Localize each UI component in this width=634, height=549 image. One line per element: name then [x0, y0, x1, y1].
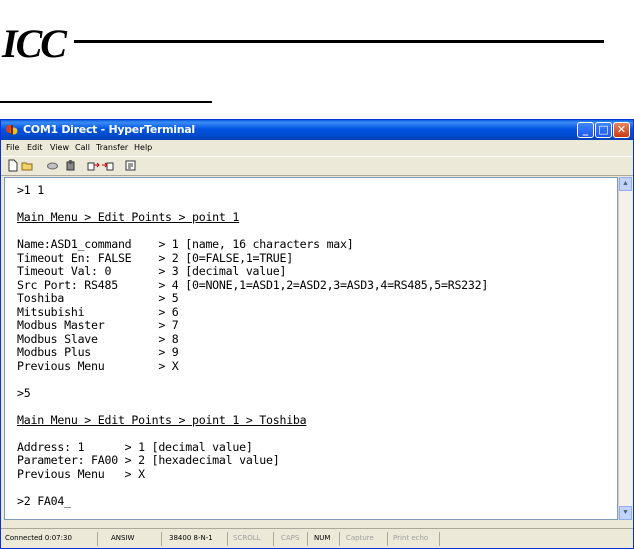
terminal-line: Mitsubishi > 6: [17, 304, 179, 319]
new-icon[interactable]: [6, 159, 19, 172]
status-separator: [439, 532, 440, 546]
terminal-line: Previous Menu > X: [17, 466, 145, 481]
status-separator: [307, 532, 308, 546]
terminal-line: Previous Menu > X: [17, 358, 179, 373]
status-separator: [273, 532, 274, 546]
properties-icon[interactable]: [124, 159, 137, 172]
terminal-line: Modbus Master > 7: [17, 318, 179, 332]
disconnect-icon[interactable]: [46, 159, 59, 172]
terminal-line: Modbus Slave > 8: [17, 331, 179, 346]
terminal-line: Modbus Plus > 9: [17, 345, 179, 359]
status-num: NUM: [314, 534, 331, 542]
section-rule: [0, 101, 212, 103]
status-separator: [339, 532, 340, 546]
status-separator: [387, 532, 388, 546]
status-settings: 38400 8-N-1: [169, 534, 213, 542]
maximize-button[interactable]: □: [595, 122, 612, 138]
status-capture: Capture: [346, 534, 374, 542]
terminal-line: >1 1: [17, 183, 44, 197]
menu-bar: File Edit View Call Transfer Help: [1, 140, 633, 156]
status-bar: Connected 0:07:30 ANSIW 38400 8-N-1 SCRO…: [1, 528, 633, 549]
menu-call[interactable]: Call: [75, 143, 90, 152]
status-emulation: ANSIW: [111, 534, 135, 542]
status-separator: [97, 532, 98, 546]
window-title: COM1 Direct - HyperTerminal: [23, 123, 195, 136]
status-caps: CAPS: [281, 534, 300, 542]
menu-edit[interactable]: Edit: [27, 143, 43, 152]
receive-icon[interactable]: [101, 159, 114, 172]
terminal-line: Toshiba > 5: [17, 291, 179, 305]
send-icon[interactable]: [87, 159, 100, 172]
hyperterminal-icon: [6, 125, 18, 135]
close-button[interactable]: ✕: [613, 122, 630, 138]
status-connected: Connected 0:07:30: [5, 534, 72, 542]
open-icon[interactable]: [21, 159, 34, 172]
title-bar[interactable]: COM1 Direct - HyperTerminal _ □ ✕: [1, 120, 633, 140]
scroll-down-icon[interactable]: ▼: [619, 506, 632, 520]
logo-text: ICC: [2, 21, 67, 66]
status-print-echo: Print echo: [393, 534, 429, 542]
terminal-line: >5: [17, 385, 31, 400]
terminal-line: >2 FA04_: [17, 493, 71, 508]
status-scroll: SCROLL: [233, 534, 261, 542]
terminal-menu-header: Main Menu > Edit Points > point 1: [17, 210, 240, 224]
terminal-line: Parameter: FA00 > 2 [hexadecimal value]: [17, 453, 280, 467]
properties-phone-icon[interactable]: [64, 159, 77, 172]
terminal-line: Src Port: RS485 > 4 [0=NONE,1=ASD1,2=ASD…: [17, 277, 489, 292]
status-separator: [161, 532, 162, 546]
terminal-line: Timeout Val: 0 > 3 [decimal value]: [17, 264, 287, 278]
menu-view[interactable]: View: [50, 143, 69, 152]
header-rule: [74, 40, 604, 43]
vertical-scrollbar[interactable]: ▲ ▼: [618, 177, 632, 520]
menu-transfer[interactable]: Transfer: [96, 143, 128, 152]
terminal-menu-header: Main Menu > Edit Points > point 1 > Tosh…: [17, 412, 307, 427]
terminal-screen[interactable]: >1 1 Main Menu > Edit Points > point 1 Nam…: [4, 177, 618, 520]
status-separator: [227, 532, 228, 546]
menu-file[interactable]: File: [6, 143, 19, 152]
toolbar: [1, 156, 633, 176]
hyperterminal-window: COM1 Direct - HyperTerminal _ □ ✕ File E…: [0, 119, 634, 549]
terminal-output: >1 1 Main Menu > Edit Points > point 1 Nam…: [17, 183, 489, 508]
scroll-up-icon[interactable]: ▲: [619, 177, 632, 191]
minimize-button[interactable]: _: [577, 122, 594, 138]
terminal-line: Address: 1 > 1 [decimal value]: [17, 439, 253, 454]
menu-help[interactable]: Help: [134, 143, 152, 152]
terminal-line: Name:ASD1_command > 1 [name, 16 characte…: [17, 237, 354, 251]
terminal-line: Timeout En: FALSE > 2 [0=FALSE,1=TRUE]: [17, 250, 293, 265]
